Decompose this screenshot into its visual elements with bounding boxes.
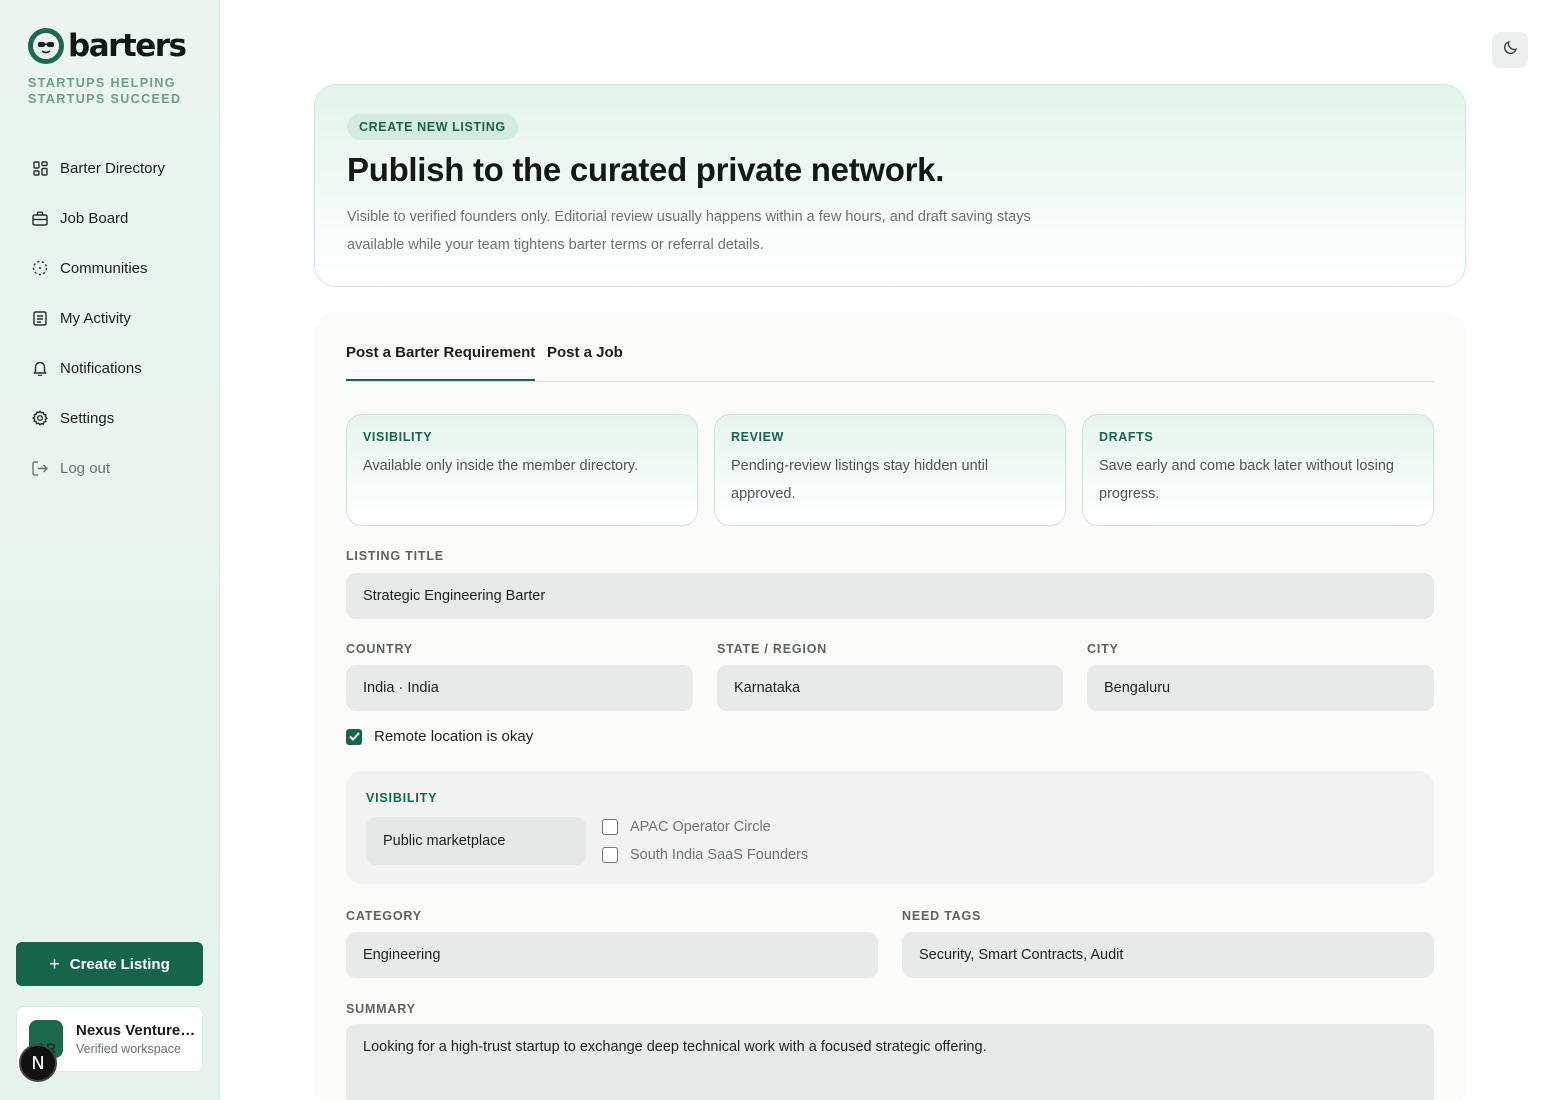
document-list-icon xyxy=(32,310,48,326)
community-option-south-india[interactable]: South India SaaS Founders xyxy=(602,847,808,863)
hero-banner: CREATE NEW LISTING Publish to the curate… xyxy=(314,84,1466,287)
dev-tools-badge[interactable]: N xyxy=(19,1044,57,1082)
brand-logo[interactable]: barters xyxy=(28,28,187,64)
city-input[interactable]: Bengaluru xyxy=(1087,665,1434,711)
listing-form-card: Post a Barter Requirement Post a Job VIS… xyxy=(314,311,1466,1100)
visibility-panel: VISIBILITY Public marketplace APAC Opera… xyxy=(346,771,1434,884)
community-option-label: South India SaaS Founders xyxy=(630,847,809,863)
tab-post-barter-requirement[interactable]: Post a Barter Requirement xyxy=(346,344,536,381)
dotted-circle-icon xyxy=(32,260,48,276)
info-card-text: Available only inside the member directo… xyxy=(363,458,639,474)
mascot-logo-icon xyxy=(28,28,64,64)
sidebar-item-settings[interactable]: Settings xyxy=(16,393,204,443)
grid-icon xyxy=(32,160,48,176)
sidebar-item-label: Communities xyxy=(60,259,148,277)
brand-tagline: STARTUPS HELPING STARTUPS SUCCEED xyxy=(28,76,182,106)
info-card-review: REVIEW Pending-review listings stay hidd… xyxy=(714,414,1066,526)
plus-icon: + xyxy=(49,953,60,974)
info-card-drafts: DRAFTS Save early and come back later wi… xyxy=(1082,414,1434,526)
sidebar-item-job-board[interactable]: Job Board xyxy=(16,193,204,243)
sidebar-item-label: Log out xyxy=(60,459,111,477)
moon-icon xyxy=(1503,40,1518,60)
remote-location-checkbox-row[interactable]: Remote location is okay xyxy=(346,728,533,745)
tab-post-job[interactable]: Post a Job xyxy=(547,344,623,381)
country-select[interactable]: India · India xyxy=(346,665,693,711)
apac-operator-circle-checkbox[interactable] xyxy=(602,819,618,835)
hero-description: Visible to verified founders only. Edito… xyxy=(347,209,1031,253)
workspace-subtitle: Verified workspace xyxy=(76,1042,181,1056)
bell-icon xyxy=(32,360,48,376)
info-card-title: VISIBILITY xyxy=(363,430,433,444)
state-input[interactable]: Karnataka xyxy=(717,665,1063,711)
sidebar-item-my-activity[interactable]: My Activity xyxy=(16,293,204,343)
listing-title-label: LISTING TITLE xyxy=(346,549,444,563)
city-label: CITY xyxy=(1087,642,1119,656)
hero-badge: CREATE NEW LISTING xyxy=(347,114,518,140)
sidebar-item-label: My Activity xyxy=(60,309,131,327)
brand-name: barters xyxy=(68,28,187,64)
visibility-label: VISIBILITY xyxy=(366,791,438,805)
sidebar-nav: Barter Directory Job Board Communities M… xyxy=(16,143,204,493)
gear-icon xyxy=(32,410,48,426)
info-card-title: REVIEW xyxy=(731,430,784,444)
sidebar-item-notifications[interactable]: Notifications xyxy=(16,343,204,393)
logout-icon xyxy=(32,460,48,476)
create-listing-label: Create Listing xyxy=(69,955,170,973)
sidebar-item-label: Settings xyxy=(60,409,115,427)
checkmark-icon xyxy=(348,732,360,741)
category-label: CATEGORY xyxy=(346,909,422,923)
remote-location-checkbox[interactable] xyxy=(346,728,362,745)
info-card-title: DRAFTS xyxy=(1099,430,1154,444)
create-listing-button[interactable]: + Create Listing xyxy=(16,942,203,986)
need-tags-input[interactable]: Security, Smart Contracts, Audit xyxy=(902,932,1434,978)
community-option-label: APAC Operator Circle xyxy=(630,819,771,835)
page-title: Publish to the curated private network. xyxy=(347,151,945,188)
theme-toggle-button[interactable] xyxy=(1492,32,1528,68)
workspace-name: Nexus Venture Partners xyxy=(76,1022,198,1039)
summary-label: SUMMARY xyxy=(346,1002,416,1016)
need-tags-label: NEED TAGS xyxy=(902,909,982,923)
workspace-info: Nexus Venture Partners Verified workspac… xyxy=(76,1022,198,1056)
category-select[interactable]: Engineering xyxy=(346,932,878,978)
info-card-visibility: VISIBILITY Available only inside the mem… xyxy=(346,414,698,526)
state-label: STATE / REGION xyxy=(717,642,828,656)
sidebar-item-label: Job Board xyxy=(60,209,129,227)
tab-bar: Post a Barter Requirement Post a Job xyxy=(346,311,1434,382)
visibility-select[interactable]: Public marketplace xyxy=(366,817,586,865)
community-option-apac[interactable]: APAC Operator Circle xyxy=(602,819,771,835)
sidebar-item-barter-directory[interactable]: Barter Directory xyxy=(16,143,204,193)
briefcase-icon xyxy=(32,210,48,226)
country-label: COUNTRY xyxy=(346,642,413,656)
remote-location-label: Remote location is okay xyxy=(374,728,534,745)
south-india-saas-founders-checkbox[interactable] xyxy=(602,847,618,863)
sidebar-item-label: Notifications xyxy=(60,359,142,377)
summary-textarea[interactable]: Looking for a high-trust startup to exch… xyxy=(346,1024,1434,1100)
info-card-text: Save early and come back later without l… xyxy=(1099,458,1394,502)
sidebar: barters STARTUPS HELPING STARTUPS SUCCEE… xyxy=(0,0,220,1100)
info-card-text: Pending-review listings stay hidden unti… xyxy=(731,458,989,502)
sidebar-item-communities[interactable]: Communities xyxy=(16,243,204,293)
sidebar-item-label: Barter Directory xyxy=(60,159,166,177)
listing-title-input[interactable]: Strategic Engineering Barter xyxy=(346,573,1434,619)
sidebar-item-log-out[interactable]: Log out xyxy=(16,443,204,493)
